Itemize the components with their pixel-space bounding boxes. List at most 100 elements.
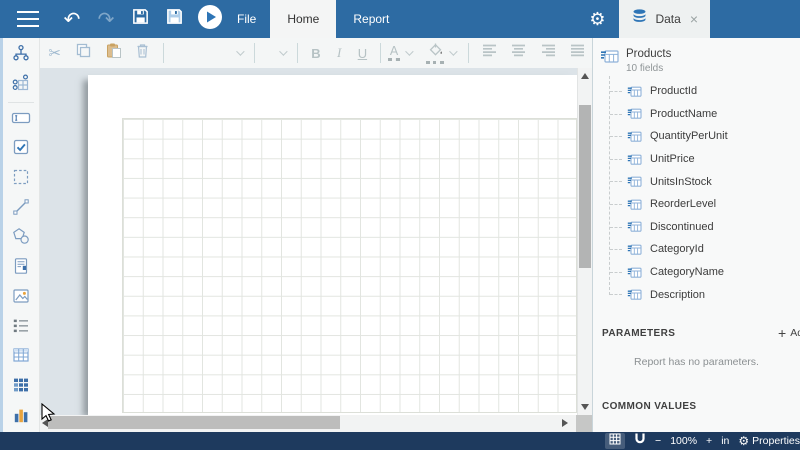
toolbox-checkbox[interactable] (6, 135, 36, 165)
paste-button[interactable] (101, 40, 124, 66)
properties-label: Properties (752, 435, 800, 447)
data-field-row[interactable]: Discontinued (593, 216, 800, 239)
dataset-node-products[interactable]: Products 10 fields (593, 38, 800, 78)
toolbox-image[interactable] (6, 283, 36, 313)
common-values-section-title: COMMON VALUES (602, 401, 696, 412)
data-field-row[interactable]: ReorderLevel (593, 193, 800, 216)
show-grid-toggle[interactable] (605, 433, 625, 449)
italic-button[interactable]: I (328, 45, 351, 61)
data-field-row[interactable]: UnitsInStock (593, 170, 800, 193)
dataset-field-count: 10 fields (626, 63, 671, 74)
align-center-button[interactable] (507, 40, 530, 66)
horizontal-scrollbar[interactable] (40, 415, 592, 432)
scroll-right-arrow[interactable] (562, 419, 568, 427)
preview-button[interactable] (197, 0, 223, 38)
align-left-button[interactable] (478, 40, 501, 66)
font-color-button[interactable]: A (388, 45, 417, 61)
toolbox-tablix[interactable] (6, 373, 36, 403)
save-button[interactable] (123, 0, 157, 38)
toolbox-textbox[interactable] (6, 105, 36, 135)
tablix-icon (12, 376, 30, 399)
field-name: Discontinued (650, 221, 714, 233)
design-canvas[interactable] (40, 68, 592, 415)
data-tab-label: Data (655, 12, 680, 26)
toolbox-shape[interactable] (6, 224, 36, 254)
properties-gear-icon: ⚙ (738, 434, 749, 448)
zoom-level-value: 100% (670, 435, 697, 447)
align-right-button[interactable] (537, 40, 560, 66)
container-icon (12, 168, 30, 191)
group-editor-button[interactable] (6, 71, 36, 101)
data-field-row[interactable]: CategoryName (593, 261, 800, 284)
fill-color-button[interactable] (426, 43, 461, 64)
undo-button[interactable]: ↶ (55, 0, 89, 38)
main-menu-button[interactable] (0, 0, 55, 38)
toolbox (0, 38, 40, 432)
undo-icon: ↶ (64, 7, 81, 32)
toolbar-separator (254, 43, 255, 63)
copy-button[interactable] (72, 40, 95, 66)
underline-button[interactable]: U (351, 46, 374, 61)
scissors-icon: ✂ (48, 44, 61, 62)
play-icon (197, 4, 223, 35)
richtext-icon (12, 257, 30, 280)
field-name: UnitsInStock (650, 176, 712, 188)
line-icon (12, 198, 30, 221)
add-parameter-button[interactable]: + Add (778, 325, 800, 341)
toolbar-separator (297, 43, 298, 63)
field-icon (627, 243, 642, 256)
dataset-icon (600, 48, 619, 70)
magnet-icon (634, 432, 646, 450)
design-grid[interactable] (122, 118, 577, 413)
header-end (710, 0, 800, 38)
units-toggle[interactable]: in (721, 435, 729, 447)
scroll-down-arrow[interactable] (581, 404, 589, 410)
data-field-row[interactable]: Description (593, 283, 800, 306)
data-panel-tab[interactable]: Data × (619, 0, 710, 38)
report-page[interactable] (88, 75, 577, 415)
redo-icon: ↷ (98, 7, 115, 32)
data-field-row[interactable]: ProductName (593, 103, 800, 126)
zoom-in-button[interactable]: + (706, 435, 712, 447)
vertical-scrollbar[interactable] (577, 68, 592, 415)
data-field-row[interactable]: UnitPrice (593, 148, 800, 171)
settings-gear-icon[interactable]: ⚙ (589, 9, 605, 30)
data-field-row[interactable]: QuantityPerUnit (593, 125, 800, 148)
cut-button[interactable]: ✂ (43, 40, 66, 66)
horizontal-scroll-thumb[interactable] (48, 416, 340, 429)
toolbar-separator (468, 43, 469, 63)
field-name: CategoryName (650, 266, 724, 278)
tab-home[interactable]: Home (270, 0, 336, 38)
report-explorer-button[interactable] (6, 41, 36, 71)
group-editor-icon (12, 74, 30, 97)
file-menu[interactable]: File (237, 12, 256, 26)
save-as-button[interactable] (157, 0, 191, 38)
tab-report[interactable]: Report (336, 0, 406, 38)
data-field-row[interactable]: CategoryId (593, 238, 800, 261)
field-name: ProductName (650, 108, 717, 120)
font-size-select[interactable] (261, 41, 291, 65)
toolbox-container[interactable] (6, 165, 36, 195)
toolbox-chart[interactable] (6, 402, 36, 432)
close-data-tab-icon[interactable]: × (688, 11, 700, 27)
font-family-select[interactable] (170, 41, 249, 65)
bold-button[interactable]: B (304, 46, 327, 61)
field-icon (627, 85, 642, 98)
properties-button[interactable]: ⚙ Properties (738, 434, 800, 448)
align-justify-button[interactable] (566, 40, 589, 66)
delete-button[interactable] (131, 40, 154, 66)
zoom-out-button[interactable]: − (655, 435, 661, 447)
vertical-scroll-thumb[interactable] (579, 105, 591, 268)
toolbox-list[interactable] (6, 313, 36, 343)
redo-button[interactable]: ↷ (89, 0, 123, 38)
data-field-row[interactable]: ProductId (593, 80, 800, 103)
scroll-up-arrow[interactable] (581, 73, 589, 79)
field-name: Description (650, 289, 705, 301)
toolbox-line[interactable] (6, 194, 36, 224)
toolbox-table[interactable] (6, 343, 36, 373)
list-icon (12, 318, 30, 339)
field-list: ProductId ProductName QuantityPerUnit Un… (593, 80, 800, 306)
field-icon (627, 175, 642, 188)
snap-to-grid-toggle[interactable] (634, 432, 646, 450)
toolbox-richtext[interactable] (6, 254, 36, 284)
